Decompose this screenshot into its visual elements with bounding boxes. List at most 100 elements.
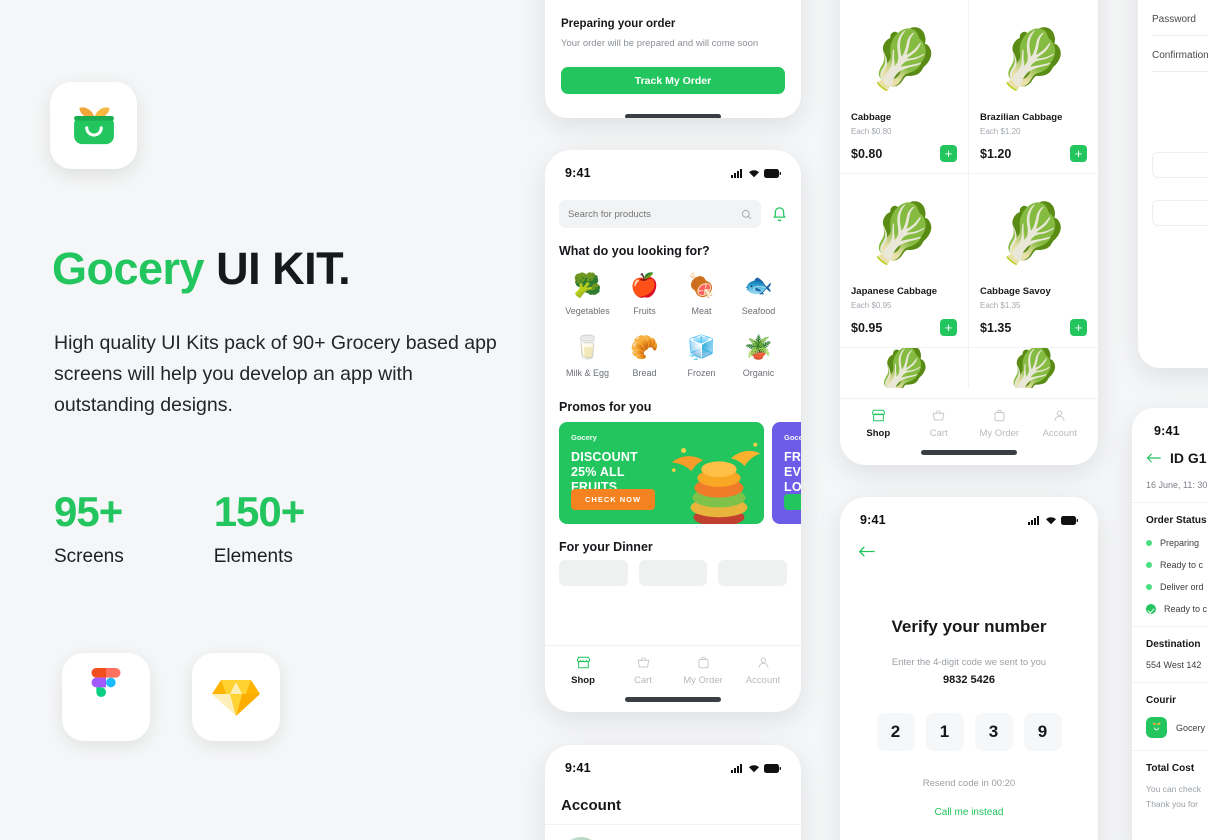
promo-check-now-button[interactable]: CHECK NOW	[571, 489, 656, 510]
password-field-group[interactable]: Password	[1138, 0, 1208, 36]
tab-shop[interactable]: Shop	[849, 408, 907, 439]
tab-account[interactable]: Account	[1031, 408, 1089, 439]
otp-digit-2[interactable]: 1	[925, 713, 964, 751]
product-unit-price: Each $1.35	[980, 301, 1021, 310]
home-indicator	[625, 697, 721, 702]
status-bar: 9:41	[1132, 416, 1208, 446]
destination-card: Destination 554 West 142	[1132, 626, 1208, 682]
social-signup-option[interactable]	[1152, 200, 1208, 226]
tab-shop[interactable]: Shop	[554, 655, 612, 686]
status-time: 9:41	[860, 513, 886, 527]
promo-card-discount[interactable]: Gocery DISCOUNT 25% ALL FRUITS CHECK NOW	[559, 422, 764, 524]
call-me-instead-link[interactable]: Call me instead	[840, 807, 1098, 818]
promo-carousel[interactable]: Gocery DISCOUNT 25% ALL FRUITS CHECK NOW	[559, 422, 801, 524]
tab-label: Shop	[866, 428, 891, 439]
product-footer: $1.35 +	[980, 319, 1087, 336]
search-row	[559, 200, 787, 228]
product-card[interactable]: 🥬 Cabbage Savoy Each $1.35 $1.35 +	[969, 174, 1098, 348]
product-image: 🥬	[851, 12, 957, 108]
category-milk-egg[interactable]: 🥛 Milk & Egg	[559, 328, 616, 384]
product-image: 🥬	[980, 186, 1087, 282]
promo-headline: FRESH EVERY LOAD	[784, 450, 801, 494]
social-signup-option[interactable]	[1152, 152, 1208, 178]
otp-digit-3[interactable]: 3	[974, 713, 1013, 751]
promo-secondary-button[interactable]	[784, 494, 801, 510]
product-card[interactable]: 🥬 Brazilian Cabbage Each $1.20 $1.20 +	[969, 0, 1098, 174]
tab-my-order[interactable]: My Order	[970, 408, 1028, 439]
product-card-partial[interactable]: 🥬	[840, 348, 969, 388]
store-icon	[871, 409, 885, 422]
tab-label: My Order	[683, 675, 723, 686]
order-status-card: Order Status Preparing Ready to c Delive…	[1132, 502, 1208, 626]
category-seafood[interactable]: 🐟 Seafood	[730, 266, 787, 322]
status-bar: 9:41	[545, 158, 801, 188]
category-meat[interactable]: 🍖 Meat	[673, 266, 730, 322]
person-icon	[758, 657, 768, 668]
total-cost-heading: Total Cost	[1146, 763, 1195, 774]
account-profile-row[interactable]	[545, 824, 801, 840]
tab-account[interactable]: Account	[734, 655, 792, 686]
category-frozen[interactable]: 🧊 Frozen	[673, 328, 730, 384]
confirmation-field-group[interactable]: Confirmation	[1138, 36, 1208, 72]
arrow-left-icon[interactable]	[1146, 452, 1161, 464]
category-organic[interactable]: 🪴 Organic	[730, 328, 787, 384]
gocery-logo-icon	[1146, 717, 1167, 738]
password-label: Password	[1152, 14, 1196, 25]
stat-elements: 150+ Elements	[214, 489, 306, 568]
bottom-tab-bar: Shop Cart My Order Account	[840, 398, 1098, 443]
add-to-cart-button[interactable]: +	[940, 319, 957, 336]
categories-heading: What do you looking for?	[559, 244, 710, 258]
hero-panel: Gocery UI KIT. High quality UI Kits pack…	[0, 0, 530, 840]
category-vegetables[interactable]: 🥦 Vegetables	[559, 266, 616, 322]
category-fruits[interactable]: 🍎 Fruits	[616, 266, 673, 322]
sketch-badge[interactable]	[192, 653, 280, 741]
resend-timer: Resend code in 00:20	[922, 778, 1016, 789]
add-to-cart-button[interactable]: +	[1070, 145, 1087, 162]
cellular-signal-icon	[731, 763, 742, 773]
step-label: Deliver ord	[1160, 582, 1204, 592]
product-unit-price: Each $1.20	[980, 127, 1021, 136]
product-card[interactable]: 🥬 Cabbage Each $0.80 $0.80 +	[840, 0, 969, 174]
category-bread[interactable]: 🥐 Bread	[616, 328, 673, 384]
search-input[interactable]	[568, 208, 741, 220]
track-my-order-button[interactable]: Track My Order	[561, 67, 785, 94]
status-icons	[731, 763, 781, 773]
fruit-splash-image	[671, 442, 761, 524]
category-label: Meat	[691, 306, 712, 316]
otp-digit-1[interactable]: 2	[876, 713, 915, 751]
track-order-subtitle: Your order will be prepared and will com…	[561, 38, 759, 49]
product-card-partial[interactable]: 🥬	[969, 348, 1098, 388]
search-input-wrapper[interactable]	[559, 200, 761, 228]
tab-my-order[interactable]: My Order	[674, 655, 732, 686]
fruits-icon: 🍎	[630, 272, 659, 298]
notification-bell-icon[interactable]	[772, 206, 787, 223]
tab-cart[interactable]: Cart	[614, 655, 672, 686]
product-name: Cabbage	[851, 112, 892, 123]
wifi-icon	[749, 169, 759, 177]
tab-label: My Order	[979, 428, 1020, 439]
tab-label: Cart	[634, 675, 652, 686]
dinner-card[interactable]	[638, 560, 708, 586]
battery-icon	[764, 763, 781, 773]
product-card[interactable]: 🥬 Japanese Cabbage Each $0.95 $0.95 +	[840, 174, 969, 348]
promo-card-fresh[interactable]: Gocery FRESH EVERY LOAD	[772, 422, 801, 524]
verify-back-row	[840, 535, 1098, 563]
add-to-cart-button[interactable]: +	[940, 145, 957, 162]
cellular-signal-icon	[731, 168, 742, 178]
dinner-card[interactable]	[559, 560, 628, 586]
stat-screens-label: Screens	[54, 546, 124, 568]
phone-products: 🥬 Cabbage Each $0.80 $0.80 + 🥬 Brazilian…	[840, 0, 1098, 465]
dinner-card[interactable]	[718, 560, 788, 586]
arrow-left-icon[interactable]	[858, 545, 875, 558]
search-icon	[741, 209, 752, 219]
otp-digit-4[interactable]: 9	[1023, 713, 1062, 751]
battery-icon	[1061, 515, 1078, 525]
status-time: 9:41	[565, 166, 591, 180]
cabbage-icon: 🥬	[875, 348, 933, 388]
tab-cart[interactable]: Cart	[910, 408, 968, 439]
promos-heading: Promos for you	[559, 400, 652, 414]
figma-badge[interactable]	[62, 653, 150, 741]
add-to-cart-button[interactable]: +	[1070, 319, 1087, 336]
seafood-icon: 🐟	[744, 272, 773, 298]
cabbage-icon: 🥬	[867, 27, 941, 92]
